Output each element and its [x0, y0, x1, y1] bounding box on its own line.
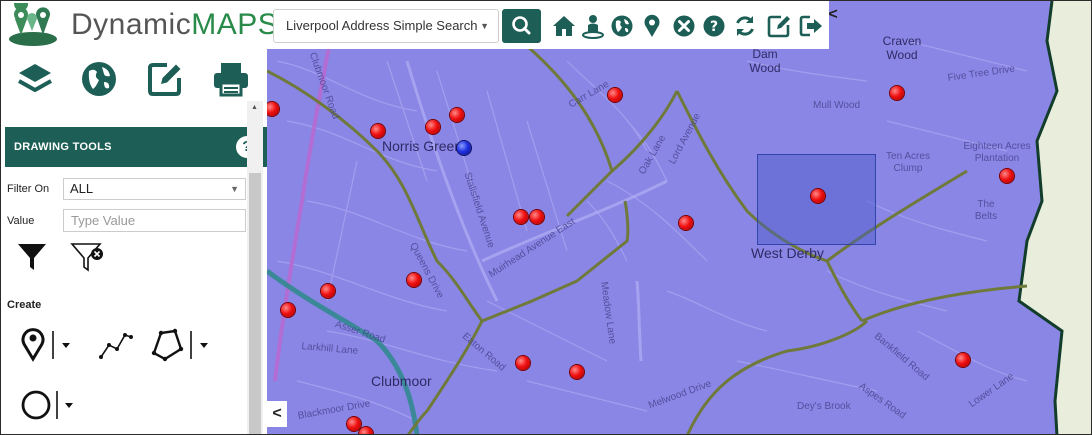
search-mode-select[interactable]: Liverpool Address Simple Search ▼ [273, 9, 499, 43]
globe-icon[interactable] [79, 59, 119, 99]
map-marker[interactable] [359, 427, 373, 434]
drawing-tools-body: Filter On ALL ▼ Value Create [5, 167, 267, 434]
dynamicmaps-logo [9, 3, 57, 46]
brand-title: DynamicMAPS [71, 7, 278, 43]
app-window: Norris Green West Derby Clubmoor Dam Woo… [0, 0, 1092, 435]
polygon-tool[interactable] [149, 325, 213, 365]
scroll-up-icon[interactable]: ▲ [251, 104, 258, 111]
collapse-toolbar-button[interactable]: < [823, 5, 843, 25]
location-pin-icon[interactable] [639, 13, 665, 39]
filter-icon[interactable] [15, 240, 49, 274]
drawing-tools-title: DRAWING TOOLS [14, 141, 112, 153]
place-label: Clubmoor [371, 373, 432, 389]
logout-icon[interactable] [798, 13, 824, 39]
map-marker[interactable] [530, 210, 544, 224]
svg-text:?: ? [710, 19, 718, 35]
place-label: Mull Wood [813, 100, 861, 111]
place-label: Dam Wood [749, 47, 781, 75]
map-canvas[interactable]: Norris Green West Derby Clubmoor Dam Woo… [267, 1, 1091, 434]
map-marker[interactable] [371, 124, 385, 138]
filter-on-value: ALL [70, 181, 94, 196]
top-header: DynamicMAPS Liverpool Address Simple Sea… [1, 1, 838, 49]
home-icon[interactable] [551, 13, 577, 39]
globe-icon[interactable] [609, 13, 635, 39]
edit-icon[interactable] [145, 59, 185, 99]
polyline-tool[interactable] [97, 327, 137, 363]
side-panel: DRAWING TOOLS ? Filter On ALL ▼ Value Cr… [1, 49, 267, 434]
collapse-panel-button[interactable]: < [267, 401, 287, 427]
close-circle-icon[interactable] [671, 13, 697, 39]
place-label: West Derby [751, 245, 824, 261]
map-marker[interactable] [679, 216, 693, 230]
place-label: Norris Green [382, 138, 463, 154]
clear-filter-icon[interactable] [69, 240, 105, 274]
map-marker[interactable] [890, 86, 904, 100]
map-marker[interactable] [516, 356, 530, 370]
chevron-down-icon: ▼ [230, 184, 239, 194]
place-label: Ten Acres Clump [886, 151, 930, 174]
map-marker[interactable] [347, 417, 361, 431]
search-icon [512, 16, 531, 35]
map-marker[interactable] [407, 273, 421, 287]
circle-tool[interactable] [19, 385, 79, 425]
map-marker[interactable] [321, 284, 335, 298]
map-marker[interactable] [281, 303, 295, 317]
panel-scrollbar[interactable]: ▲ [247, 101, 263, 434]
map-marker[interactable] [514, 210, 528, 224]
filter-on-select[interactable]: ALL ▼ [63, 178, 246, 200]
chevron-down-icon: ▼ [480, 21, 489, 31]
map-marker[interactable] [570, 365, 584, 379]
print-icon[interactable] [211, 59, 251, 99]
drawing-tools-header: DRAWING TOOLS ? [5, 127, 267, 167]
refresh-icon[interactable] [732, 13, 758, 39]
place-label: Dey's Brook [797, 401, 851, 412]
place-label: Craven Wood [882, 34, 922, 62]
search-mode-label: Liverpool Address Simple Search [286, 18, 478, 33]
brand-part-maps: MAPS [191, 8, 279, 41]
scrollbar-thumb[interactable] [249, 173, 261, 434]
user-location-icon[interactable] [580, 13, 606, 39]
map-marker[interactable] [426, 120, 440, 134]
map-marker[interactable] [450, 108, 464, 122]
map-marker[interactable] [811, 189, 825, 203]
place-label: Eighteen Acres Plantation [963, 141, 1031, 164]
value-input[interactable] [63, 209, 246, 232]
search-button[interactable] [502, 9, 541, 43]
layers-icon[interactable] [15, 59, 55, 99]
point-marker-tool[interactable] [19, 325, 79, 365]
edit-icon[interactable] [766, 13, 792, 39]
filter-on-label: Filter On [7, 183, 50, 195]
help-icon[interactable]: ? [701, 13, 727, 39]
map-marker[interactable] [608, 88, 622, 102]
map-marker[interactable] [1000, 169, 1014, 183]
create-label: Create [7, 299, 42, 311]
brand-part-dynamic: Dynamic [71, 8, 192, 41]
map-marker[interactable] [956, 353, 970, 367]
map-marker-selected[interactable] [457, 141, 471, 155]
value-label: Value [7, 215, 35, 227]
place-label: The Belts [974, 199, 998, 222]
